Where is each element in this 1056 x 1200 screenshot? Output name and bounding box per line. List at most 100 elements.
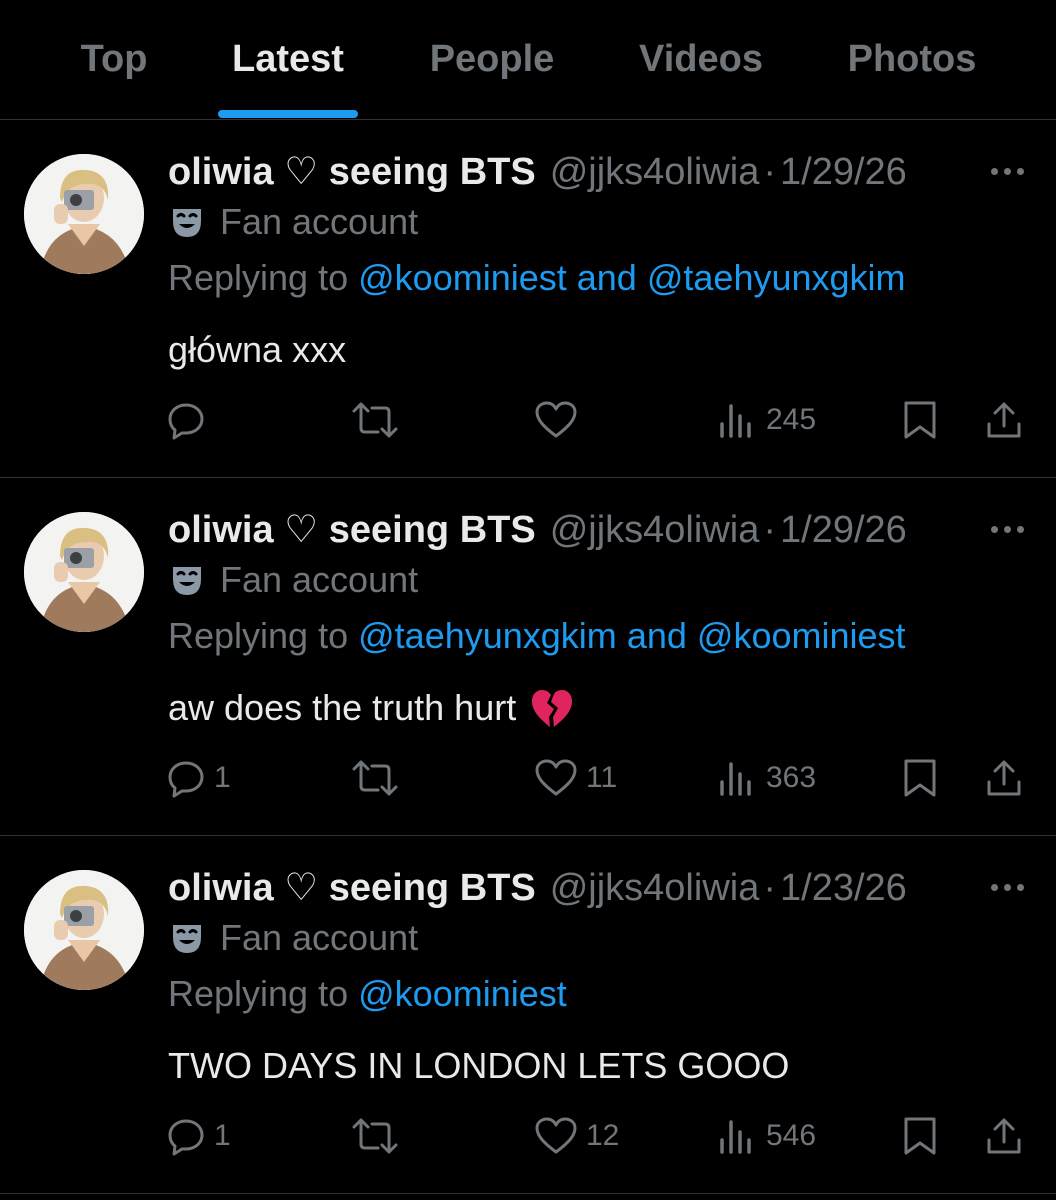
retweet-button[interactable] <box>352 400 398 440</box>
bookmark-icon <box>904 759 936 797</box>
tweet[interactable]: oliwia ♡ seeing BTS @jjks4oliwia · 1/29/26 … <box>0 120 1056 478</box>
badge-label: Fan account <box>220 917 419 958</box>
active-tab-indicator <box>218 110 358 118</box>
views-button[interactable]: 363 <box>718 758 816 798</box>
replying-prefix: Replying to <box>168 973 349 1014</box>
replying-prefix: Replying to <box>168 615 349 656</box>
tweet-header: oliwia ♡ seeing BTS @jjks4oliwia · 1/29/26 <box>168 506 907 554</box>
replying-to: Replying to @koominiest and @taehyunxgki… <box>168 254 906 302</box>
mention-link[interactable]: @taehyunxgkim <box>647 257 906 298</box>
tweet-text: aw does the truth hurt <box>168 684 574 732</box>
reply-icon <box>168 761 204 798</box>
replying-prefix: Replying to <box>168 257 349 298</box>
tweet-body: aw does the truth hurt <box>168 687 517 728</box>
share-icon <box>987 1118 1021 1154</box>
share-icon <box>987 402 1021 438</box>
view-count: 363 <box>766 761 817 794</box>
views-icon <box>720 762 751 796</box>
user-handle[interactable]: @jjks4oliwia <box>550 509 760 551</box>
tweet[interactable]: oliwia ♡ seeing BTS @jjks4oliwia · 1/29/26 … <box>0 478 1056 836</box>
view-count: 245 <box>766 403 817 436</box>
avatar[interactable] <box>24 870 144 990</box>
mention-link[interactable]: @koominiest <box>697 615 906 656</box>
mention-joiner: and <box>626 615 687 656</box>
reply-button[interactable] <box>166 400 214 440</box>
tweet-actions: 245 <box>0 388 1056 448</box>
separator: · <box>763 151 776 193</box>
user-handle[interactable]: @jjks4oliwia <box>550 151 760 193</box>
mention-link[interactable]: @koominiest <box>358 257 567 298</box>
bookmark-icon <box>904 1117 936 1155</box>
user-handle[interactable]: @jjks4oliwia <box>550 867 760 909</box>
tweet[interactable]: oliwia ♡ seeing BTS @jjks4oliwia · 1/23/26 … <box>0 836 1056 1194</box>
like-icon <box>535 401 577 438</box>
account-badge: Fan account <box>168 914 418 962</box>
like-count: 12 <box>586 1119 620 1152</box>
like-button[interactable] <box>534 400 586 440</box>
replying-to: Replying to @taehyunxgkim and @koominies… <box>168 612 906 660</box>
views-button[interactable]: 245 <box>718 400 816 440</box>
reply-button[interactable]: 1 <box>166 758 231 798</box>
bookmark-button[interactable] <box>902 1116 938 1156</box>
bookmark-icon <box>904 401 936 439</box>
like-icon <box>535 1117 577 1154</box>
tweet-body: TWO DAYS IN LONDON LETS GOOO <box>168 1045 790 1086</box>
share-icon <box>987 760 1021 796</box>
retweet-icon <box>352 402 398 438</box>
like-button[interactable]: 11 <box>534 758 617 798</box>
retweet-button[interactable] <box>352 1116 398 1156</box>
reply-button[interactable]: 1 <box>166 1116 231 1156</box>
more-options-icon[interactable] <box>984 156 1030 186</box>
views-icon <box>720 1120 751 1154</box>
tweet-header: oliwia ♡ seeing BTS @jjks4oliwia · 1/23/26 <box>168 864 907 912</box>
replying-to: Replying to @koominiest <box>168 970 567 1018</box>
tweet-actions: 1 11 363 <box>0 746 1056 806</box>
retweet-button[interactable] <box>352 758 398 798</box>
search-tabs: Top Latest People Videos Photos <box>0 0 1056 120</box>
separator: · <box>763 867 776 909</box>
tweet-text: główna xxx <box>168 326 346 374</box>
avatar[interactable] <box>24 512 144 632</box>
views-button[interactable]: 546 <box>718 1116 816 1156</box>
retweet-icon <box>352 1118 398 1154</box>
tweet-text: TWO DAYS IN LONDON LETS GOOO <box>168 1042 789 1090</box>
share-button[interactable] <box>984 758 1024 798</box>
share-button[interactable] <box>984 1116 1024 1156</box>
tweet-body: główna xxx <box>168 329 347 370</box>
tweet-date[interactable]: 1/29/26 <box>780 151 907 193</box>
theater-masks-icon <box>173 209 201 237</box>
like-icon <box>535 759 577 796</box>
separator: · <box>763 509 776 551</box>
tab-photos[interactable]: Photos <box>848 38 977 81</box>
like-button[interactable]: 12 <box>534 1116 619 1156</box>
share-button[interactable] <box>984 400 1024 440</box>
tab-videos[interactable]: Videos <box>639 38 763 81</box>
mention-joiner: and <box>576 257 637 298</box>
mention-link[interactable]: @taehyunxgkim <box>358 615 617 656</box>
reply-count: 1 <box>214 761 231 794</box>
display-name[interactable]: oliwia ♡ seeing BTS <box>168 867 536 909</box>
tab-people[interactable]: People <box>430 38 555 81</box>
theater-masks-icon <box>173 925 201 953</box>
bookmark-button[interactable] <box>902 758 938 798</box>
badge-label: Fan account <box>220 559 419 600</box>
display-name[interactable]: oliwia ♡ seeing BTS <box>168 509 536 551</box>
more-options-icon[interactable] <box>984 514 1030 544</box>
tab-latest[interactable]: Latest <box>232 38 344 81</box>
tab-top[interactable]: Top <box>81 38 148 81</box>
views-icon <box>720 404 751 438</box>
display-name[interactable]: oliwia ♡ seeing BTS <box>168 151 536 193</box>
more-options-icon[interactable] <box>984 872 1030 902</box>
reply-icon <box>168 1119 204 1156</box>
retweet-icon <box>352 760 398 796</box>
theater-masks-icon <box>173 567 201 595</box>
tweet-date[interactable]: 1/29/26 <box>780 509 907 551</box>
mention-link[interactable]: @koominiest <box>358 973 567 1014</box>
account-badge: Fan account <box>168 198 418 246</box>
account-badge: Fan account <box>168 556 418 604</box>
broken-heart-emoji <box>532 690 573 727</box>
reply-count: 1 <box>214 1119 231 1152</box>
avatar[interactable] <box>24 154 144 274</box>
bookmark-button[interactable] <box>902 400 938 440</box>
tweet-date[interactable]: 1/23/26 <box>780 867 907 909</box>
